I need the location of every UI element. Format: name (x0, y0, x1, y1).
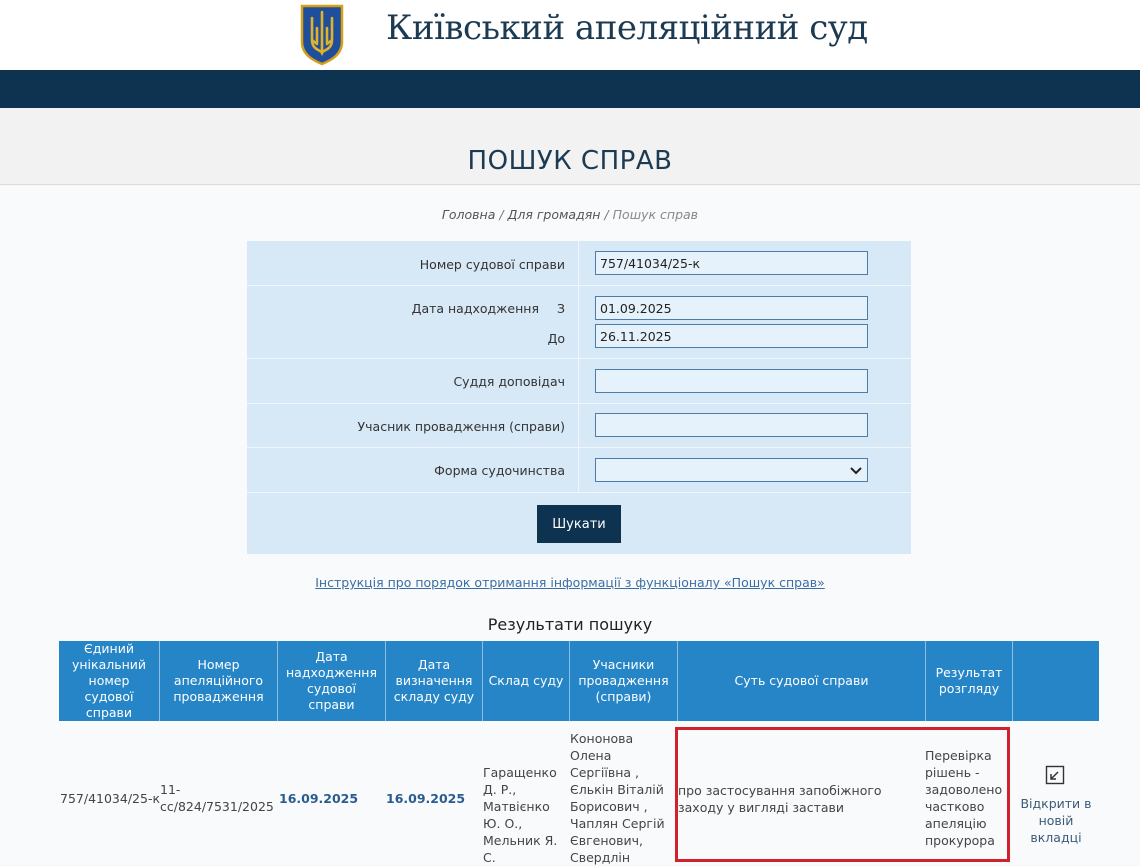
form-row-participant: Учасник провадження (справи) (247, 404, 911, 448)
form-row-case-number: Номер судової справи (247, 241, 911, 286)
main-navbar (0, 70, 1140, 108)
breadcrumb-home[interactable]: Головна (442, 207, 495, 222)
breadcrumb: Головна / Для громадян / Пошук справ (441, 207, 699, 222)
case-number-label: Номер судової справи (419, 257, 565, 272)
highlight-frame (675, 727, 1010, 862)
jurisdiction-select[interactable] (595, 458, 868, 482)
participant-input[interactable] (595, 413, 868, 437)
date-from-input[interactable] (595, 296, 868, 320)
date-to-input[interactable] (595, 324, 868, 348)
page-title: ПОШУК СПРАВ (467, 146, 673, 176)
form-row-date-received: Дата надходження З До (247, 286, 911, 359)
site-title[interactable]: Київський апеляційний суд (386, 8, 868, 48)
form-row-jurisdiction: Форма судочинства (247, 448, 911, 493)
results-table-header: Єдиний унікальний номер судової справи Н… (59, 641, 1099, 721)
jurisdiction-label: Форма судочинства (434, 463, 565, 478)
breadcrumb-current: Пошук справ (612, 207, 699, 222)
instruction-link[interactable]: Інструкція про порядок отримання інформа… (0, 575, 1140, 590)
col-result: Результат розгляду (926, 641, 1013, 721)
results-title: Результати пошуку (487, 615, 653, 634)
col-participants: Учасники провадження (справи) (570, 641, 678, 721)
date-to-label: До (547, 331, 565, 346)
judge-label: Суддя доповідач (453, 374, 565, 389)
col-actions (1013, 641, 1099, 721)
chevron-down-icon (850, 467, 862, 475)
form-row-judge: Суддя доповідач (247, 359, 911, 404)
search-button[interactable]: Шукати (537, 505, 621, 543)
case-number-input[interactable] (595, 251, 868, 275)
breadcrumb-citizens[interactable]: Для громадян (508, 207, 601, 222)
open-in-new-tab-icon[interactable] (1045, 765, 1065, 785)
date-from-label: З (556, 301, 565, 316)
date-received-label: Дата надходження (411, 301, 539, 316)
row-case-number: 757/41034/25-к (60, 791, 161, 806)
row-court-composition: Гаращенко Д. Р., Матвієнко Ю. О., Мельни… (483, 765, 558, 865)
judge-input[interactable] (595, 369, 868, 393)
row-participants: Кононова Олена Сергіївна , Єлькін Віталі… (570, 731, 665, 865)
col-appeal-number: Номер апеляційного провадження (160, 641, 278, 721)
trident-coat-of-arms-icon[interactable] (298, 2, 346, 66)
row-date-received: 16.09.2025 (279, 791, 359, 806)
col-case-number: Єдиний унікальний номер судової справи (59, 641, 160, 721)
row-date-composition: 16.09.2025 (386, 791, 466, 806)
col-essence: Суть судової справи (678, 641, 926, 721)
participant-label: Учасник провадження (справи) (357, 419, 565, 434)
col-date-received: Дата надходження судової справи (278, 641, 386, 721)
row-appeal-number: 11-сс/824/7531/2025 (160, 782, 274, 814)
col-date-composition: Дата визначення складу суду (386, 641, 483, 721)
col-court-composition: Склад суду (483, 641, 570, 721)
open-in-new-tab-link[interactable]: Відкрити в новій вкладці (1014, 795, 1098, 846)
site-header: Київський апеляційний суд (0, 0, 1140, 70)
